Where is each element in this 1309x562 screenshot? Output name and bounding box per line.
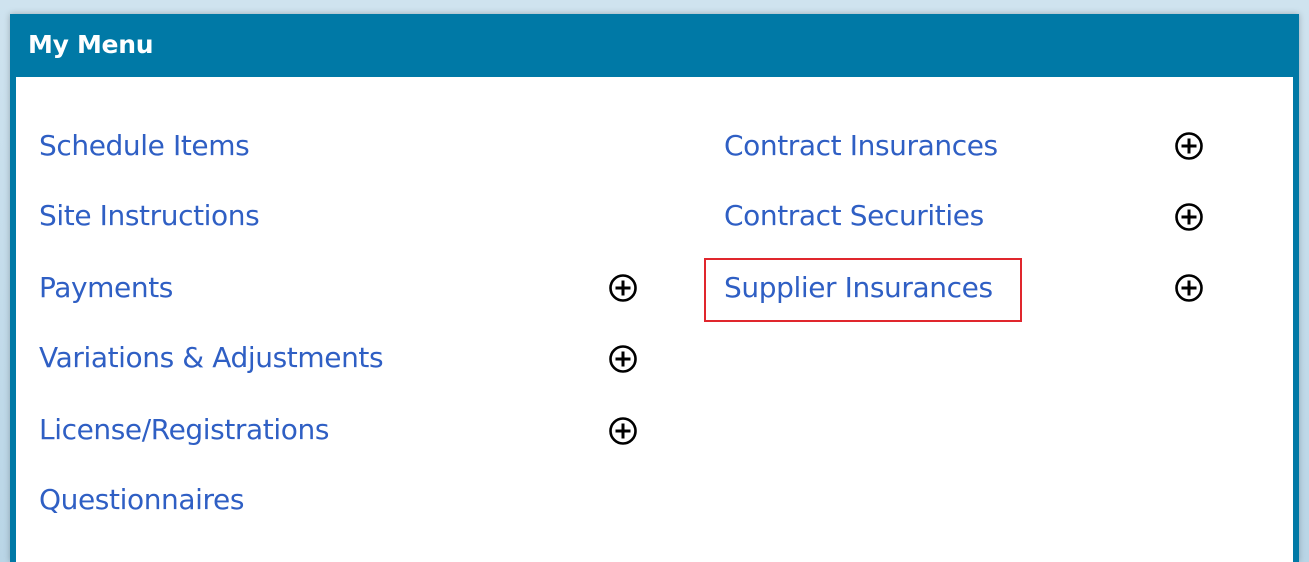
contract-securities-expand-icon[interactable] (1174, 202, 1204, 232)
license-expand-icon[interactable] (608, 416, 638, 446)
panel-title: My Menu (28, 30, 154, 59)
menu-link-supplier-insurances[interactable]: Supplier Insurances (724, 271, 993, 305)
window-frame: My Menu Schedule Items Site Instructions… (0, 0, 1309, 562)
supplier-insurances-expand-icon[interactable] (1174, 273, 1204, 303)
menu-link-questionnaires[interactable]: Questionnaires (39, 483, 244, 517)
menu-link-site-instructions[interactable]: Site Instructions (39, 199, 260, 233)
menu-link-payments[interactable]: Payments (39, 271, 173, 305)
menu-link-schedule-items[interactable]: Schedule Items (39, 129, 250, 163)
my-menu-panel: My Menu Schedule Items Site Instructions… (10, 14, 1299, 562)
panel-header: My Menu (10, 14, 1299, 77)
menu-link-contract-securities[interactable]: Contract Securities (724, 199, 984, 233)
variations-expand-icon[interactable] (608, 344, 638, 374)
contract-insurances-expand-icon[interactable] (1174, 131, 1204, 161)
menu-link-variations-adjustments[interactable]: Variations & Adjustments (39, 341, 384, 375)
payments-expand-icon[interactable] (608, 273, 638, 303)
menu-link-contract-insurances[interactable]: Contract Insurances (724, 129, 998, 163)
menu-link-license-registrations[interactable]: License/Registrations (39, 413, 329, 447)
